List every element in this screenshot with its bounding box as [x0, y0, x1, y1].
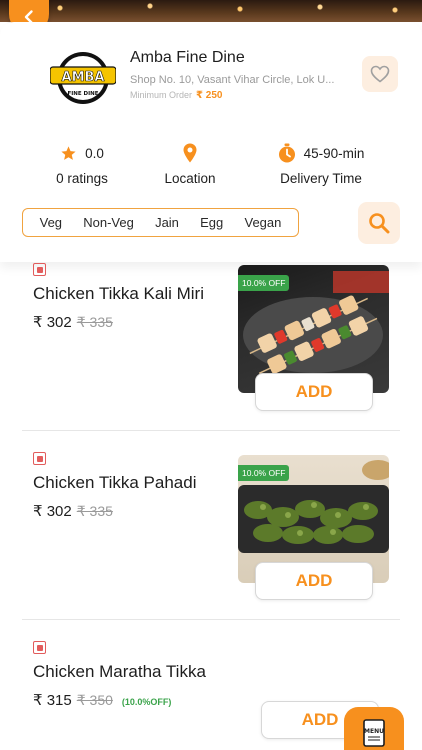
- item-price-row: ₹ 302 ₹ 335: [33, 502, 113, 520]
- hero-image: [0, 0, 422, 22]
- rating-value: 0.0: [85, 145, 104, 161]
- item-price: ₹ 302: [33, 503, 72, 520]
- filter-egg[interactable]: Egg: [200, 215, 223, 230]
- restaurant-name: Amba Fine Dine: [130, 49, 245, 66]
- delivery-time-label: Delivery Time: [280, 171, 362, 186]
- svg-text:FINE DINE: FINE DINE: [67, 91, 98, 97]
- add-button[interactable]: ADD: [255, 562, 373, 600]
- search-icon: [369, 213, 390, 234]
- star-icon: [61, 145, 76, 160]
- ratings-count: 0 ratings: [56, 171, 108, 186]
- favorite-button[interactable]: [362, 56, 398, 92]
- delivery-stat: 45-90-min Delivery Time: [268, 142, 374, 186]
- item-name: Chicken Maratha Tikka: [33, 662, 206, 681]
- item-divider: [22, 430, 400, 431]
- menu-book-icon: MENU: [363, 719, 385, 747]
- item-price: ₹ 302: [33, 314, 72, 331]
- ratings-stat: 0.0 0 ratings: [40, 142, 124, 187]
- filter-vegan[interactable]: Vegan: [245, 215, 282, 230]
- discount-badge: 10.0% OFF: [238, 275, 290, 291]
- restaurant-address: Shop No. 10, Vasant Vihar Circle, Lok U.…: [130, 74, 335, 86]
- non-veg-indicator: [33, 452, 46, 465]
- diet-filter-bar: Veg Non-Veg Jain Egg Vegan: [22, 208, 299, 237]
- discount-badge: 10.0% OFF: [238, 465, 290, 481]
- item-price: ₹ 315: [33, 692, 72, 709]
- stopwatch-icon: [278, 143, 295, 163]
- filter-veg[interactable]: Veg: [40, 215, 62, 230]
- svg-text:AMBA: AMBA: [62, 70, 105, 85]
- search-button[interactable]: [358, 202, 400, 244]
- item-original-price: ₹ 335: [76, 314, 113, 330]
- non-veg-indicator: [33, 641, 46, 654]
- item-name: Chicken Tikka Kali Miri: [33, 284, 204, 303]
- menu-fab-button[interactable]: MENU: [344, 707, 404, 750]
- add-button[interactable]: ADD: [255, 373, 373, 411]
- filter-non-veg[interactable]: Non-Veg: [83, 215, 134, 230]
- delivery-time-value: 45-90-min: [303, 145, 365, 161]
- restaurant-logo: AMBA FINE DINE: [50, 52, 116, 104]
- discount-note: (10.0%OFF): [121, 697, 172, 707]
- restaurant-header: AMBA FINE DINE Amba Fine Dine Shop No. 1…: [0, 22, 422, 262]
- location-label: Location: [164, 171, 216, 186]
- item-name: Chicken Tikka Pahadi: [33, 473, 197, 492]
- item-original-price: ₹ 335: [76, 503, 113, 519]
- svg-text:MENU: MENU: [364, 728, 384, 735]
- heart-icon: [370, 65, 390, 83]
- location-pin-icon: [183, 143, 197, 163]
- item-price-row: ₹ 302 ₹ 335: [33, 313, 113, 331]
- item-divider: [22, 619, 400, 620]
- location-stat[interactable]: Location: [150, 142, 230, 186]
- minimum-order: Minimum Order ₹ 250: [130, 90, 222, 101]
- item-original-price: ₹ 350: [76, 692, 113, 708]
- filter-jain[interactable]: Jain: [155, 215, 179, 230]
- non-veg-indicator: [33, 263, 46, 276]
- item-price-row: ₹ 315 ₹ 350 (10.0%OFF): [33, 691, 171, 709]
- minimum-order-label: Minimum Order: [130, 90, 193, 100]
- minimum-order-value: ₹ 250: [196, 90, 223, 101]
